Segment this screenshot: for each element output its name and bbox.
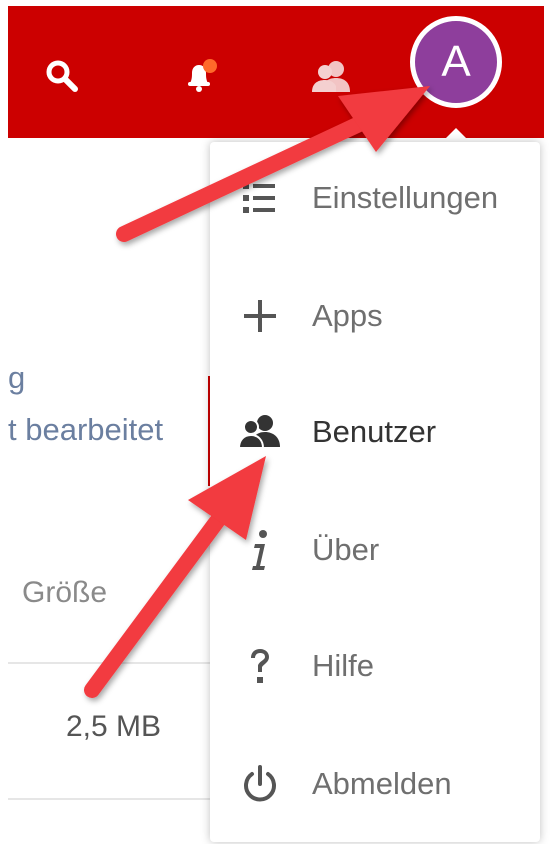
notification-dot (203, 59, 217, 73)
menu-item-users[interactable]: Benutzer (210, 392, 540, 472)
file-size-cell: 2,5 MB (66, 710, 162, 743)
menu-item-settings[interactable]: Einstellungen (210, 158, 540, 238)
contacts-icon[interactable] (310, 58, 352, 96)
question-icon (236, 642, 284, 690)
table-divider (8, 798, 218, 800)
plus-icon (236, 292, 284, 340)
size-column-header[interactable]: Größe (22, 576, 107, 610)
notification-bell-icon[interactable] (180, 56, 220, 96)
menu-item-label: Apps (312, 298, 383, 333)
menu-item-apps[interactable]: Apps (210, 276, 540, 356)
user-avatar[interactable]: A (410, 16, 502, 108)
menu-item-label: Hilfe (312, 648, 375, 683)
settings-list-icon (236, 174, 284, 222)
table-divider (8, 662, 218, 664)
search-icon[interactable] (44, 58, 80, 94)
menu-item-logout[interactable]: Abmelden (210, 744, 540, 824)
menu-item-about[interactable]: Über (210, 510, 540, 590)
power-icon (236, 760, 284, 808)
menu-item-label: Einstellungen (312, 180, 499, 215)
avatar-initial: A (441, 37, 471, 86)
user-dropdown-menu: Einstellungen Apps Benutzer Über Hilfe A… (210, 142, 540, 842)
menu-item-help[interactable]: Hilfe (210, 626, 540, 706)
info-icon (236, 526, 284, 574)
users-icon (236, 408, 284, 456)
menu-item-label: Benutzer (312, 414, 437, 449)
file-title-fragment: g (8, 360, 26, 395)
menu-item-label: Abmelden (312, 766, 452, 801)
file-subtitle-fragment: t bearbeitet (8, 412, 164, 447)
menu-item-label: Über (312, 532, 380, 567)
